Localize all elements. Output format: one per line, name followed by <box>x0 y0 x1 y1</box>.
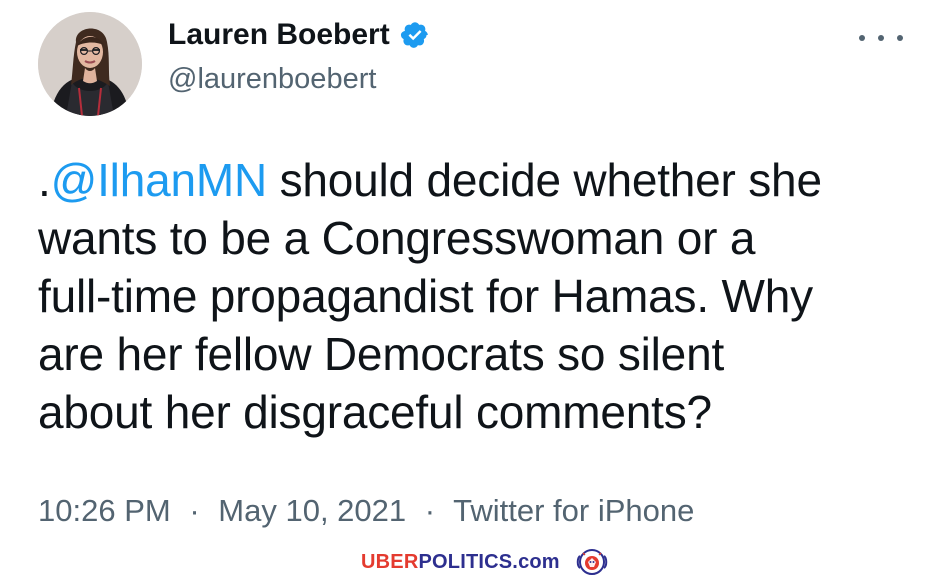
more-options-icon <box>897 35 903 41</box>
tweet-line-5: about her disgraceful comments? <box>38 386 712 438</box>
tweet-line-1-text: should decide whether she <box>266 154 822 206</box>
tweet-line-1: .@IlhanMN should decide whether she <box>38 151 918 209</box>
watermark-blue-text: POLITICS.com <box>418 551 560 573</box>
tweet-line-4: are her fellow Democrats so silent <box>38 328 725 380</box>
more-options-icon <box>859 35 865 41</box>
watermark-red-text: UBER <box>361 551 419 573</box>
tweet-prefix: . <box>38 154 51 206</box>
meta-separator: · <box>424 493 436 528</box>
more-options-icon <box>878 35 884 41</box>
watermark-text: UBERPOLITICS.com <box>361 548 560 576</box>
more-options-button[interactable] <box>859 27 903 49</box>
tweet-source-link[interactable]: Twitter for iPhone <box>453 493 694 528</box>
meta-separator: · <box>189 493 200 528</box>
author-handle[interactable]: @laurenboebert <box>168 61 376 97</box>
author-name-row[interactable]: Lauren Boebert <box>168 16 430 54</box>
tweet-time[interactable]: 10:26 PM <box>38 493 171 528</box>
author-name[interactable]: Lauren Boebert <box>168 16 390 54</box>
avatar[interactable] <box>38 12 142 116</box>
watermark-logo <box>576 549 608 575</box>
tweet-line-2: wants to be a Congresswoman or a <box>38 212 756 264</box>
tweet-meta: 10:26 PM · May 10, 2021 · Twitter for iP… <box>38 493 694 529</box>
mention-link[interactable]: @IlhanMN <box>51 154 268 206</box>
watermark: UBERPOLITICS.com <box>361 548 612 576</box>
verified-badge-icon <box>400 22 428 48</box>
tweet-line-3: full-time propagandist for Hamas. Why <box>38 270 813 322</box>
tweet-date[interactable]: May 10, 2021 <box>218 493 406 528</box>
tweet-card: Lauren Boebert @laurenboebert .@IlhanMN … <box>0 0 940 576</box>
tweet-text: .@IlhanMN should decide whether she want… <box>38 151 918 441</box>
